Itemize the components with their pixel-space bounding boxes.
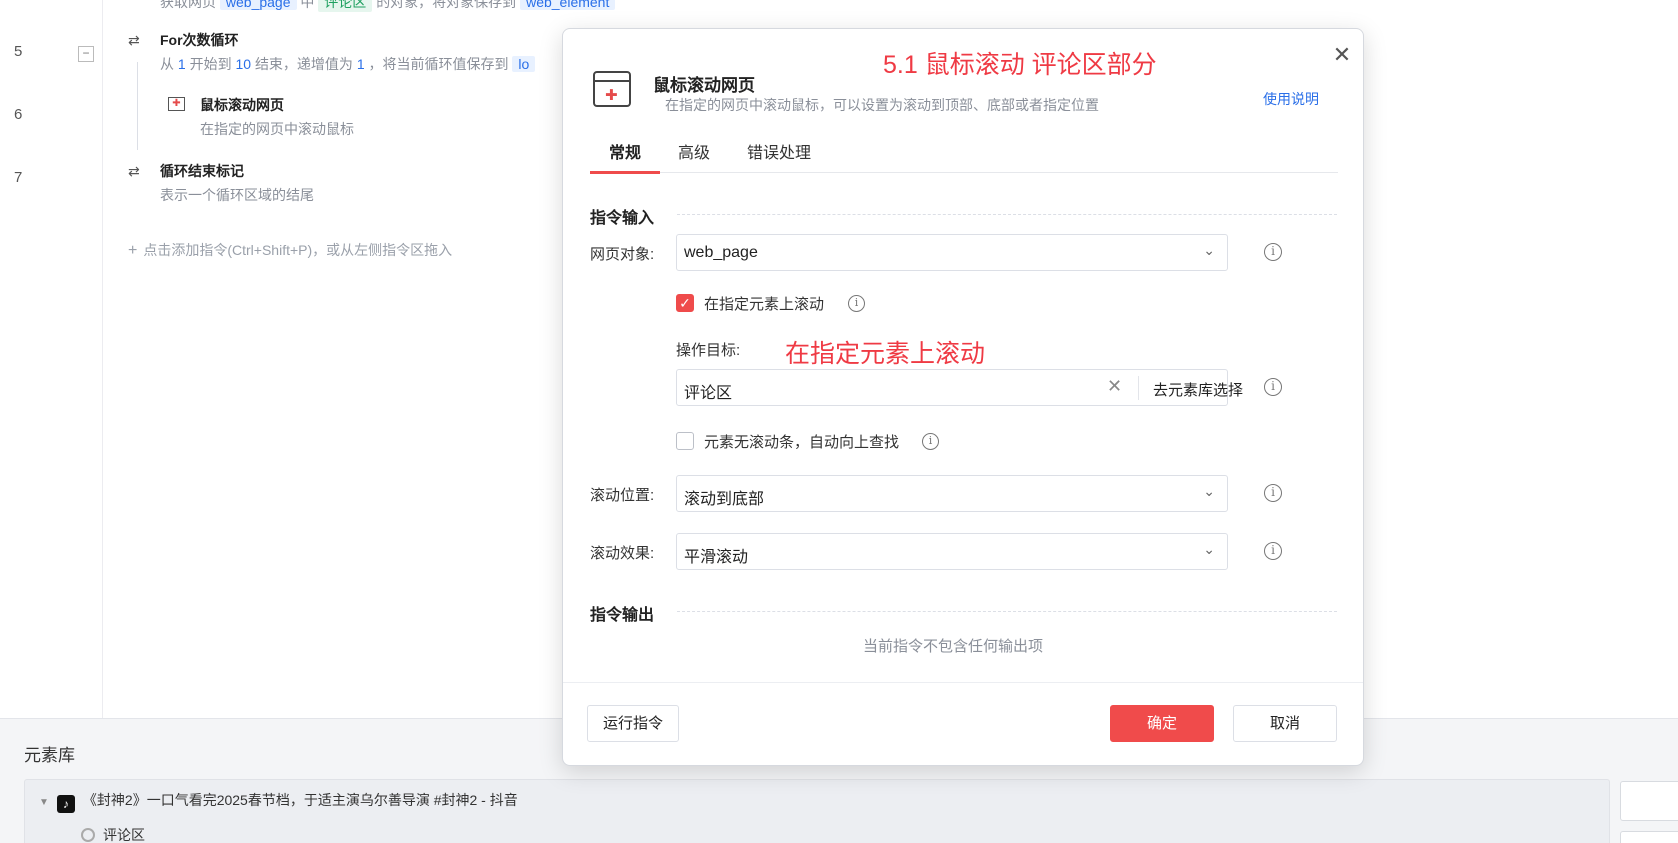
tree-item-element[interactable]: 评论区 <box>81 825 145 843</box>
side-box <box>1620 831 1678 843</box>
confirm-button[interactable]: 确定 <box>1110 705 1214 742</box>
info-icon[interactable]: i <box>1264 243 1282 261</box>
scroll-page-icon: ✚ <box>168 97 185 111</box>
scroll-position-label: 滚动位置: <box>590 487 655 504</box>
run-instruction-button[interactable]: 运行指令 <box>587 705 679 742</box>
section-title-output: 指令输出 <box>590 607 655 624</box>
collapse-icon[interactable]: − <box>78 46 94 62</box>
tree-item-page[interactable]: ▼ ♪ 《封神2》一口气看完2025春节档，于适主演乌尔善导演 #封神2 - 抖音 <box>39 790 518 813</box>
select-value: 滚动到底部 <box>684 491 765 508</box>
select-value: 平滑滚动 <box>684 549 749 566</box>
plus-icon: + <box>128 242 138 259</box>
scroll-effect-select[interactable]: 平滑滚动 ⌄ <box>676 533 1228 570</box>
line-gutter: 5 6 7 − <box>0 0 103 718</box>
scroll-on-element-checkbox[interactable]: ✓ <box>676 294 694 312</box>
for-loop-step[interactable]: ⇄ For次数循环 从 1 开始到 10 结束，递增值为 1 ，将当前循环值保存… <box>128 30 568 80</box>
step-description: 在指定的网页中滚动鼠标 <box>200 121 354 137</box>
annotation-label: 5.1 鼠标滚动 评论区部分 <box>883 51 1157 79</box>
caret-down-icon[interactable]: ▼ <box>39 797 49 808</box>
active-tab-indicator <box>590 171 660 174</box>
step-title: 循环结束标记 <box>160 163 244 179</box>
get-element-step[interactable]: 获取网页 web_page 中 评论区 的对象，将对象保存到 web_eleme… <box>128 0 616 12</box>
chevron-down-icon: ⌄ <box>1203 483 1215 499</box>
dialog-subtitle: 在指定的网页中滚动鼠标，可以设置为滚动到顶部、底部或者指定位置 <box>665 97 1099 113</box>
scroll-page-icon: ✚ <box>593 71 631 107</box>
section-divider <box>677 214 1337 215</box>
tiktok-icon: ♪ <box>56 795 75 813</box>
step-description: 表示一个循环区域的结尾 <box>160 187 314 203</box>
info-icon[interactable]: i <box>1264 378 1282 396</box>
dialog-tabs: 常规 高级 错误处理 <box>590 139 1338 174</box>
tree-item-label: 评论区 <box>103 827 145 843</box>
scroll-effect-label: 滚动效果: <box>590 545 655 562</box>
tab-error-handling[interactable]: 错误处理 <box>747 139 811 171</box>
add-hint-text: 点击添加指令(Ctrl+Shift+P)，或从左侧指令区拖入 <box>143 242 453 258</box>
field-divider <box>1138 376 1139 400</box>
dialog-footer: 运行指令 确定 取消 <box>563 682 1363 766</box>
scroll-page-step[interactable]: ✚ 鼠标滚动网页 在指定的网页中滚动鼠标 <box>168 95 558 145</box>
line-number: 5 <box>14 43 23 60</box>
tab-advanced[interactable]: 高级 <box>678 139 710 171</box>
step-title: 鼠标滚动网页 <box>200 97 284 113</box>
step-title: For次数循环 <box>160 32 239 48</box>
line-number: 6 <box>14 106 23 123</box>
add-instruction-hint[interactable]: + 点击添加指令(Ctrl+Shift+P)，或从左侧指令区拖入 <box>128 240 452 260</box>
variable-tag: lo <box>512 56 536 72</box>
loop-icon: ⇄ <box>128 32 140 48</box>
loop-end-icon: ⇄ <box>128 163 140 179</box>
scroll-page-dialog: ✚ 鼠标滚动网页 在指定的网页中滚动鼠标，可以设置为滚动到顶部、底部或者指定位置… <box>562 28 1364 766</box>
scroll-on-element-label: 在指定元素上滚动 <box>704 296 825 313</box>
info-icon[interactable]: i <box>1264 542 1282 560</box>
target-element-field[interactable]: 评论区 ✕ 去元素库选择 <box>676 369 1243 406</box>
element-tag: 评论区 <box>318 0 373 12</box>
section-title-input: 指令输入 <box>590 210 655 227</box>
step-description: 从 1 开始到 10 结束，递增值为 1 ，将当前循环值保存到 lo <box>160 54 536 74</box>
chevron-down-icon: ⌄ <box>1203 242 1215 258</box>
select-value: web_page <box>684 244 758 261</box>
line-number: 7 <box>14 169 23 186</box>
no-output-message: 当前指令不包含任何输出项 <box>863 638 1044 655</box>
auto-find-label: 元素无滚动条，自动向上查找 <box>704 434 900 451</box>
variable-tag: web_element <box>520 0 616 10</box>
help-link[interactable]: 使用说明 <box>1263 89 1319 109</box>
cancel-button[interactable]: 取消 <box>1233 705 1337 742</box>
target-value: 评论区 <box>684 385 733 402</box>
pick-from-library-button[interactable]: 去元素库选择 <box>1153 379 1243 400</box>
browser-icon <box>81 828 95 842</box>
info-icon[interactable]: i <box>848 295 865 312</box>
info-icon[interactable]: i <box>1264 484 1282 502</box>
loop-end-step[interactable]: ⇄ 循环结束标记 表示一个循环区域的结尾 <box>128 161 558 211</box>
annotation-label: 在指定元素上滚动 <box>785 340 986 368</box>
step-description: 获取网页 web_page 中 评论区 的对象，将对象保存到 web_eleme… <box>160 0 616 12</box>
section-divider <box>677 611 1337 612</box>
variable-tag: web_page <box>219 0 297 10</box>
info-icon[interactable]: i <box>922 433 939 450</box>
element-library-title: 元素库 <box>24 746 75 765</box>
loop-guide-line <box>137 62 138 150</box>
side-box <box>1620 781 1678 821</box>
chevron-down-icon: ⌄ <box>1203 541 1215 557</box>
web-object-select[interactable]: web_page ⌄ <box>676 234 1228 271</box>
scroll-position-select[interactable]: 滚动到底部 ⌄ <box>676 475 1228 512</box>
tree-item-label: 《封神2》一口气看完2025春节档，于适主演乌尔善导演 #封神2 - 抖音 <box>82 792 518 808</box>
element-library-tree: ▼ ♪ 《封神2》一口气看完2025春节档，于适主演乌尔善导演 #封神2 - 抖音 … <box>24 779 1610 843</box>
clear-icon[interactable]: ✕ <box>1107 376 1122 397</box>
tab-general[interactable]: 常规 <box>609 139 641 171</box>
dialog-title: 鼠标滚动网页 <box>653 76 755 95</box>
web-object-label: 网页对象: <box>590 246 655 263</box>
auto-find-checkbox[interactable] <box>676 432 694 450</box>
target-label: 操作目标: <box>676 342 741 359</box>
close-icon[interactable]: ✕ <box>1330 43 1354 67</box>
